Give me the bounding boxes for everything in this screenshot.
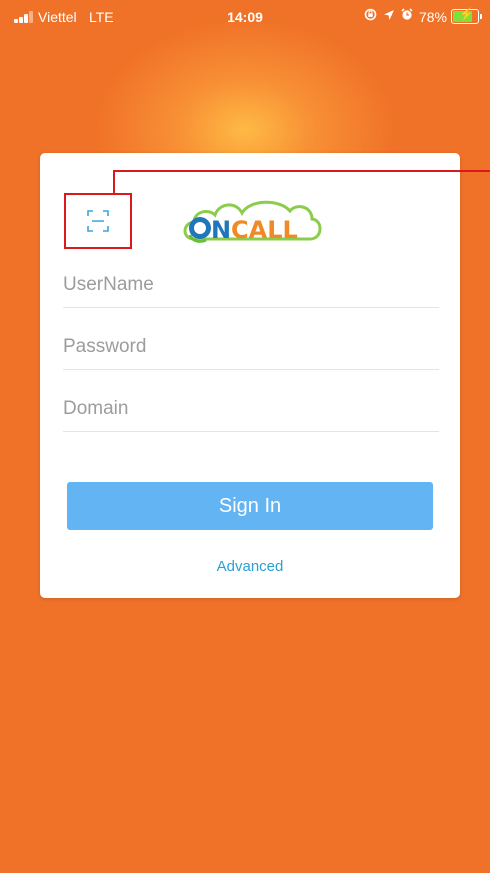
annotation-line: [113, 171, 115, 193]
alarm-icon: [401, 8, 413, 25]
domain-field[interactable]: [63, 386, 439, 432]
domain-input[interactable]: [63, 386, 439, 431]
annotation-line: [113, 170, 490, 172]
oncall-logo-icon: N CALL: [183, 200, 322, 244]
username-input[interactable]: [63, 262, 439, 307]
battery-charging-icon: ⚡: [451, 7, 479, 24]
password-field[interactable]: [63, 324, 439, 370]
advanced-link[interactable]: Advanced: [0, 558, 490, 575]
qr-scan-button[interactable]: [86, 209, 110, 233]
oncall-logo: N CALL: [180, 193, 325, 249]
charging-bolt-icon: ⚡: [459, 7, 474, 21]
battery-tip: [480, 14, 482, 19]
username-field[interactable]: [63, 262, 439, 308]
password-input[interactable]: [63, 324, 439, 369]
rotation-lock-icon: [364, 8, 377, 25]
status-indicators: 78% ⚡: [364, 7, 482, 25]
svg-text:N: N: [211, 216, 231, 244]
status-bar: Viettel LTE 14:09 78% ⚡: [0, 0, 490, 34]
qr-scan-icon: [87, 210, 109, 232]
location-arrow-icon: [383, 9, 395, 25]
sign-in-button[interactable]: Sign In: [67, 482, 433, 530]
svg-text:CALL: CALL: [231, 216, 298, 244]
battery-percent: 78%: [418, 8, 447, 25]
